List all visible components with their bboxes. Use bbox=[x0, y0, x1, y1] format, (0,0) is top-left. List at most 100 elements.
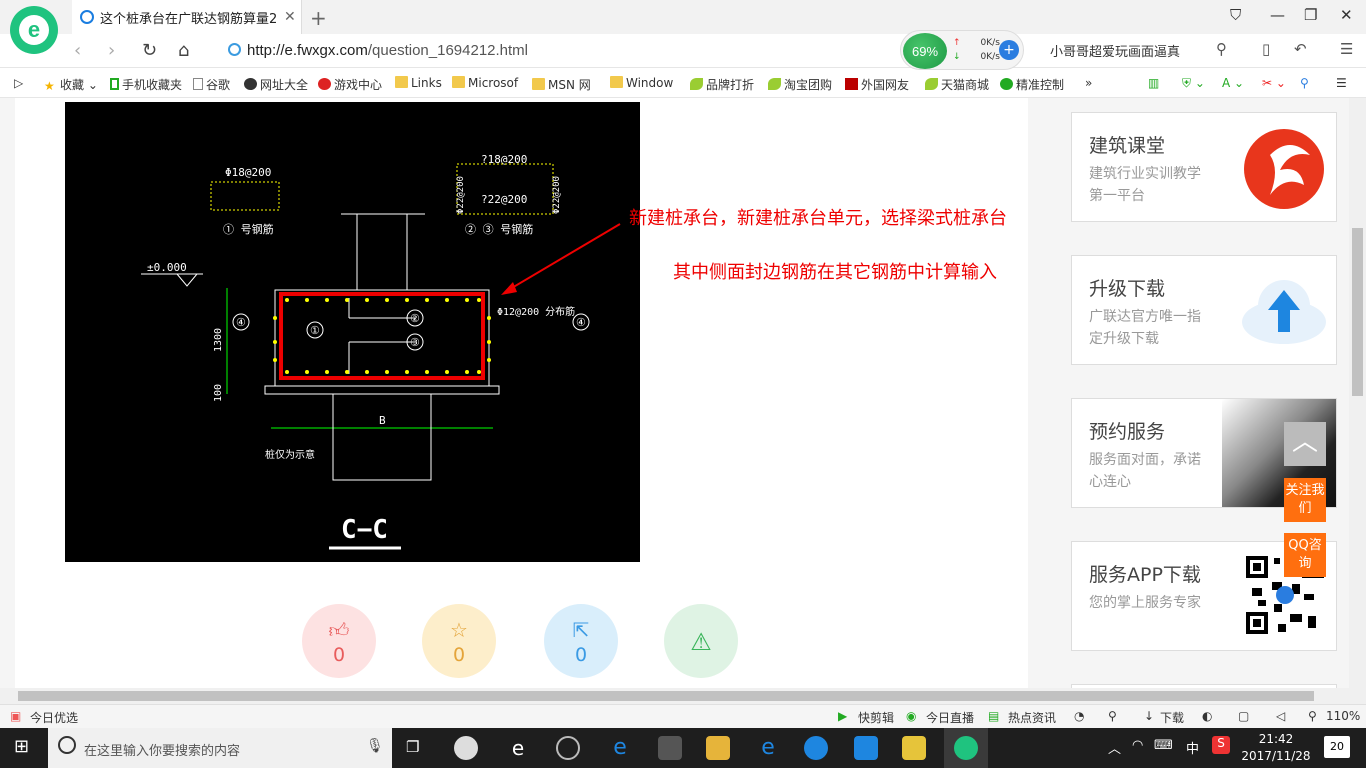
ie-icon[interactable]: e bbox=[756, 736, 780, 760]
bookmark-precise[interactable]: 精准控制 bbox=[1000, 76, 1064, 93]
file-explorer-icon[interactable] bbox=[706, 736, 730, 760]
bookmark-google[interactable]: 谷歌 bbox=[193, 76, 230, 93]
bookmark-links[interactable]: Links bbox=[395, 76, 442, 90]
bookmark-tmall[interactable]: 天猫商城 bbox=[925, 76, 989, 93]
horizontal-scrollbar[interactable] bbox=[0, 688, 1366, 704]
url-field[interactable]: http://e.fwxgx.com/question_1694212.html bbox=[228, 42, 528, 59]
browser-e-icon[interactable]: e bbox=[506, 736, 530, 760]
keyboard-icon[interactable]: ⌨ bbox=[1154, 738, 1173, 753]
share-button[interactable]: ⇱ 0 bbox=[544, 604, 618, 678]
status-bar: ▣ 今日优选 ▶ 快剪辑 ◉ 今日直播 ▤ 热点资讯 ◔ ⚲ ↓ 下载 ◐ ▢ … bbox=[0, 704, 1366, 728]
card-download[interactable]: 升级下载 广联达官方唯一指定升级下载 bbox=[1071, 255, 1337, 365]
today-live[interactable]: 今日直播 bbox=[926, 709, 974, 726]
card-course[interactable]: 建筑课堂 建筑行业实训教学第一平台 bbox=[1071, 112, 1337, 222]
task-view-icon[interactable]: ❐ bbox=[406, 738, 419, 756]
browser-tab[interactable]: 这个桩承台在广联达钢筋算量20 ✕ bbox=[72, 0, 302, 34]
live-icon: ◉ bbox=[906, 709, 917, 723]
vertical-scroll-thumb[interactable] bbox=[1352, 228, 1363, 396]
card-title: 升级下载 bbox=[1089, 278, 1166, 300]
minimize-icon[interactable]: — bbox=[1270, 6, 1285, 24]
search-icon[interactable]: ⚲ bbox=[1216, 40, 1227, 58]
bookmark-msn[interactable]: MSN 网 bbox=[532, 76, 591, 93]
download-icon: ↓ bbox=[1144, 709, 1155, 723]
sogou-icon[interactable]: S bbox=[1212, 736, 1230, 754]
menu-icon[interactable]: ☰ bbox=[1340, 40, 1353, 58]
new-tab-icon[interactable]: + bbox=[310, 6, 327, 30]
bookmark-taobao[interactable]: 淘宝团购 bbox=[768, 76, 832, 93]
shirt-icon[interactable]: ⛉ bbox=[1230, 6, 1241, 24]
sidebar-toggle-icon[interactable]: ▷ bbox=[14, 76, 23, 90]
shield-icon[interactable]: ⛨ ⌄ bbox=[1182, 76, 1205, 91]
scissors-icon[interactable]: ✂ ⌄ bbox=[1262, 76, 1286, 90]
card-title: 预约服务 bbox=[1089, 421, 1166, 443]
follow-us-button[interactable]: 关注我们 bbox=[1284, 478, 1326, 522]
bookmark-mobile[interactable]: 手机收藏夹 bbox=[110, 76, 182, 93]
app-plus-icon[interactable] bbox=[854, 736, 878, 760]
taskbar-clock[interactable]: 21:42 2017/11/28 bbox=[1240, 731, 1312, 765]
store-icon[interactable] bbox=[658, 736, 682, 760]
phone-icon[interactable]: ▯ bbox=[1262, 40, 1270, 58]
bookmark-menu-icon[interactable]: ☰ bbox=[1336, 76, 1347, 90]
app-fan-icon[interactable] bbox=[454, 736, 478, 760]
undo-icon[interactable]: ↶ bbox=[1294, 40, 1307, 58]
favorite-count: 0 bbox=[452, 644, 466, 666]
refresh-icon[interactable]: ↻ bbox=[142, 40, 157, 61]
folder-icon bbox=[610, 76, 623, 88]
edge-icon[interactable]: e bbox=[608, 736, 632, 760]
tab-close-icon[interactable]: ✕ bbox=[284, 9, 296, 25]
sound-icon[interactable]: ◁ bbox=[1276, 709, 1285, 723]
report-button[interactable]: ⚠ bbox=[664, 604, 738, 678]
tray-expand-icon[interactable]: ︿ bbox=[1108, 738, 1121, 757]
ime-indicator[interactable]: 中 bbox=[1186, 738, 1199, 757]
microphone-icon[interactable]: 🎙︎ bbox=[366, 738, 384, 754]
cleanup-icon[interactable]: ◐ bbox=[1202, 709, 1212, 723]
quick-clip[interactable]: 快剪辑 bbox=[858, 709, 894, 726]
maximize-icon[interactable]: ❐ bbox=[1304, 6, 1317, 24]
app-swirl-icon[interactable] bbox=[556, 736, 580, 760]
today-picks[interactable]: 今日优选 bbox=[30, 709, 78, 726]
magnifier-icon[interactable]: ⚲ bbox=[1300, 76, 1309, 90]
wifi-icon[interactable]: ◠ bbox=[1132, 738, 1143, 753]
speed-widget[interactable]: 69% 0K/s 0K/s + bbox=[900, 30, 1024, 70]
hot-news[interactable]: 热点资讯 bbox=[1008, 709, 1056, 726]
taskbar-search[interactable]: 在这里输入你要搜索的内容 🎙︎ bbox=[48, 728, 392, 768]
reader-icon[interactable]: ▥ bbox=[1148, 76, 1159, 90]
bookmark-windows[interactable]: Window bbox=[610, 76, 673, 90]
speed-icon[interactable]: ◔ bbox=[1074, 709, 1084, 723]
home-icon[interactable]: ⌂ bbox=[178, 40, 189, 61]
bookmark-foreign[interactable]: 外国网友 bbox=[845, 76, 909, 93]
back-to-top-button[interactable]: ︿ bbox=[1284, 422, 1326, 466]
forward-icon[interactable]: › bbox=[108, 40, 115, 61]
translate-icon[interactable]: A ⌄ bbox=[1222, 76, 1244, 90]
back-icon[interactable]: ‹ bbox=[74, 40, 81, 61]
like-button[interactable]: 👍︎ 0 bbox=[302, 604, 376, 678]
window-icon[interactable]: ▢ bbox=[1238, 709, 1249, 723]
close-window-icon[interactable]: ✕ bbox=[1340, 6, 1353, 24]
pin-icon[interactable]: ⚲ bbox=[1108, 709, 1117, 723]
bookmark-games[interactable]: 游戏中心 bbox=[318, 76, 382, 93]
marker-4-right: ④ bbox=[576, 316, 586, 329]
taskbar-search-placeholder: 在这里输入你要搜索的内容 bbox=[84, 744, 241, 759]
favorite-button[interactable]: ☆ 0 bbox=[422, 604, 496, 678]
windows-start-icon[interactable]: ⊞ bbox=[14, 736, 29, 757]
qq-consult-button[interactable]: QQ咨询 bbox=[1284, 533, 1326, 577]
app-g-icon[interactable] bbox=[804, 736, 828, 760]
zoom-level[interactable]: 110% bbox=[1326, 709, 1360, 723]
bookmark-microsoft[interactable]: Microsof bbox=[452, 76, 518, 90]
bookmark-brand[interactable]: 品牌打折 bbox=[690, 76, 754, 93]
vertical-scrollbar[interactable] bbox=[1349, 98, 1366, 688]
notes-icon[interactable] bbox=[902, 736, 926, 760]
section-title: C−C bbox=[341, 515, 388, 545]
time: 21:42 bbox=[1258, 732, 1294, 746]
more-bookmarks-icon[interactable]: » bbox=[1085, 76, 1092, 90]
downloads[interactable]: 下载 bbox=[1160, 709, 1184, 726]
cad-section-svg: Φ18@200 ① 号钢筋 ?18@200 ?22@200 ② ③ 号钢筋 Φ2… bbox=[141, 153, 621, 550]
browser-logo-icon[interactable]: e bbox=[10, 6, 58, 54]
bookmark-favorites[interactable]: ★ 收藏 ⌄ bbox=[44, 76, 98, 93]
search-input[interactable]: 小哥哥超爱玩画面逼真 bbox=[1050, 41, 1180, 60]
horizontal-scroll-thumb[interactable] bbox=[18, 691, 1314, 701]
notification-count[interactable]: 20 bbox=[1324, 736, 1350, 758]
accelerate-icon[interactable]: + bbox=[999, 40, 1019, 60]
bookmark-hao[interactable]: 网址大全 bbox=[244, 76, 308, 93]
active-browser-icon[interactable] bbox=[944, 728, 988, 768]
